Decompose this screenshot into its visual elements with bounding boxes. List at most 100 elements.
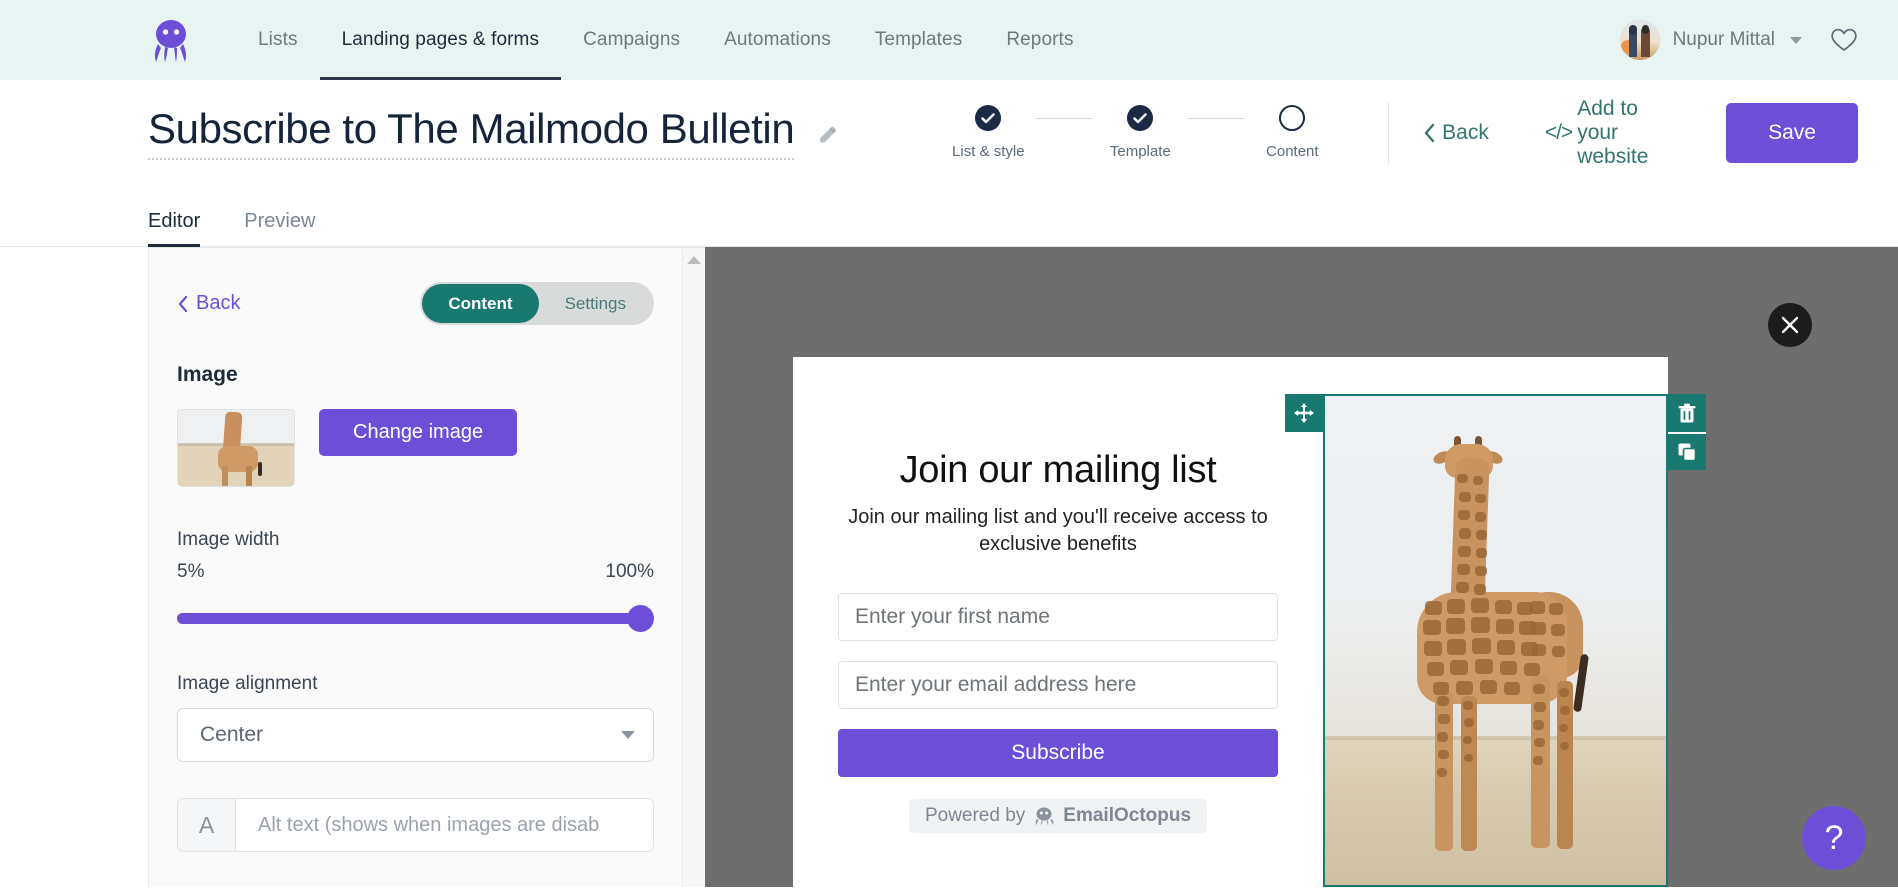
nav-item-landing-pages-and-forms[interactable]: Landing pages & forms	[320, 0, 562, 80]
panel-back-button[interactable]: Back	[177, 292, 240, 315]
giraffe-spot	[1424, 641, 1442, 656]
giraffe-spot	[1459, 528, 1471, 539]
giraffe-spot	[1474, 584, 1486, 595]
header-back-button[interactable]: Back	[1423, 121, 1545, 145]
giraffe-spot	[1472, 638, 1491, 654]
chevron-down-icon	[621, 731, 635, 739]
giraffe-spot	[1560, 706, 1570, 715]
code-icon: </>	[1544, 120, 1573, 144]
giraffe-spot	[1551, 624, 1565, 636]
nav-right-group: Nupur Mittal	[1619, 20, 1858, 60]
alt-text-input[interactable]: Alt text (shows when images are disab	[236, 814, 653, 837]
header-divider	[1388, 101, 1390, 164]
giraffe-spot	[1456, 681, 1473, 695]
first-name-input[interactable]: Enter your first name	[838, 593, 1278, 642]
giraffe-spot	[1459, 492, 1471, 502]
subscribe-button[interactable]: Subscribe	[838, 729, 1278, 778]
giraffe-spot	[1463, 701, 1473, 710]
nav-item-templates[interactable]: Templates	[853, 0, 985, 80]
nav-item-automations[interactable]: Automations	[702, 0, 853, 80]
trash-icon[interactable]	[1668, 394, 1706, 432]
image-width-slider[interactable]	[177, 605, 654, 632]
content-settings-toggle: Content Settings	[420, 282, 654, 325]
giraffe-spot	[1471, 617, 1490, 633]
form-preview-canvas: Join our mailing list Join our mailing l…	[705, 247, 1898, 887]
giraffe-spot	[1475, 566, 1487, 576]
panel-scrollbar[interactable]	[683, 247, 705, 887]
pencil-icon[interactable]	[816, 123, 840, 147]
image-block-wrapper	[1285, 357, 1706, 887]
tab-editor[interactable]: Editor	[148, 210, 208, 247]
giraffe-spot	[1458, 510, 1470, 520]
chevron-down-icon	[1790, 36, 1802, 44]
giraffe-spot	[1433, 682, 1449, 695]
panel-back-label: Back	[196, 292, 241, 314]
giraffe-spot	[1463, 736, 1472, 744]
giraffe-spot	[1559, 688, 1569, 697]
close-icon[interactable]	[1768, 303, 1812, 347]
change-image-button[interactable]: Change image	[319, 409, 518, 456]
giraffe-spot	[1533, 756, 1543, 765]
user-name-label: Nupur Mittal	[1672, 29, 1775, 50]
toggle-settings[interactable]: Settings	[539, 284, 652, 323]
nav-item-campaigns[interactable]: Campaigns	[561, 0, 702, 80]
header-actions: Back </> Add to your website Save	[1423, 97, 1858, 169]
step-complete-icon	[975, 105, 1002, 131]
scroll-up-arrow-icon[interactable]	[687, 256, 701, 264]
toggle-content[interactable]: Content	[422, 284, 539, 323]
powered-by-badge[interactable]: Powered by EmailOctopus	[908, 799, 1208, 834]
alt-text-field[interactable]: A Alt text (shows when images are disab	[177, 798, 654, 852]
add-to-website-label: Add to your website	[1577, 96, 1649, 168]
text-format-icon: A	[178, 799, 236, 851]
giraffe-image-thumbnail[interactable]	[177, 409, 295, 487]
tab-preview[interactable]: Preview	[244, 210, 323, 246]
block-actions	[1668, 394, 1706, 470]
giraffe-spot	[1457, 474, 1468, 483]
image-alignment-value: Center	[200, 723, 264, 746]
giraffe-spot	[1425, 601, 1442, 615]
duplicate-icon[interactable]	[1668, 432, 1706, 470]
giraffe-spot	[1438, 714, 1450, 724]
form-content: Join our mailing list Join our mailing l…	[793, 357, 1323, 887]
giraffe-spot	[1534, 702, 1546, 712]
giraffe-spot	[1532, 644, 1546, 656]
emailoctopus-small-logo-icon	[1035, 807, 1054, 826]
heart-icon[interactable]	[1830, 27, 1858, 53]
step-content[interactable]: Content	[1244, 105, 1340, 160]
header-back-label: Back	[1442, 120, 1489, 144]
save-button[interactable]: Save	[1726, 102, 1858, 163]
step-label: List & style	[952, 143, 1025, 160]
image-alignment-label: Image alignment	[177, 673, 318, 694]
giraffe-spot	[1496, 619, 1514, 634]
move-icon[interactable]	[1285, 394, 1323, 432]
add-to-website-button[interactable]: </> Add to your website	[1545, 97, 1726, 169]
giraffe-spot	[1456, 582, 1469, 593]
emailoctopus-logo-icon[interactable]	[150, 17, 192, 63]
giraffe-spot	[1447, 639, 1466, 655]
image-alignment-select[interactable]: Center	[177, 708, 654, 762]
giraffe-spot	[1446, 618, 1465, 634]
form-title[interactable]: Join our mailing list	[900, 449, 1217, 492]
page-title[interactable]: Subscribe to The Mailmodo Bulletin	[148, 105, 795, 160]
giraffe-spot	[1427, 662, 1444, 676]
form-subtitle[interactable]: Join our mailing list and you'll receive…	[843, 504, 1273, 557]
panel-section-title: Image	[177, 363, 238, 386]
giraffe-spot	[1437, 732, 1448, 742]
nav-item-reports[interactable]: Reports	[984, 0, 1095, 80]
giraffe-spot	[1423, 620, 1441, 635]
image-width-range-labels: 5% 100%	[177, 561, 654, 583]
giraffe-spot	[1476, 548, 1487, 558]
help-button[interactable]: ?	[1802, 806, 1866, 870]
slider-thumb[interactable]	[627, 605, 654, 632]
user-menu[interactable]: Nupur Mittal	[1619, 20, 1802, 60]
nav-item-lists[interactable]: Lists	[236, 0, 320, 80]
step-connector	[1188, 117, 1245, 119]
giraffe-spot	[1475, 659, 1493, 674]
image-block[interactable]	[1323, 394, 1668, 887]
panel-header: Back Content Settings	[177, 282, 654, 325]
email-input[interactable]: Enter your email address here	[838, 661, 1278, 710]
step-list-and-style[interactable]: List & style	[940, 105, 1036, 160]
image-width-label: Image width	[177, 529, 280, 550]
step-template[interactable]: Template	[1092, 105, 1188, 160]
powered-by-brand: EmailOctopus	[1063, 805, 1192, 827]
